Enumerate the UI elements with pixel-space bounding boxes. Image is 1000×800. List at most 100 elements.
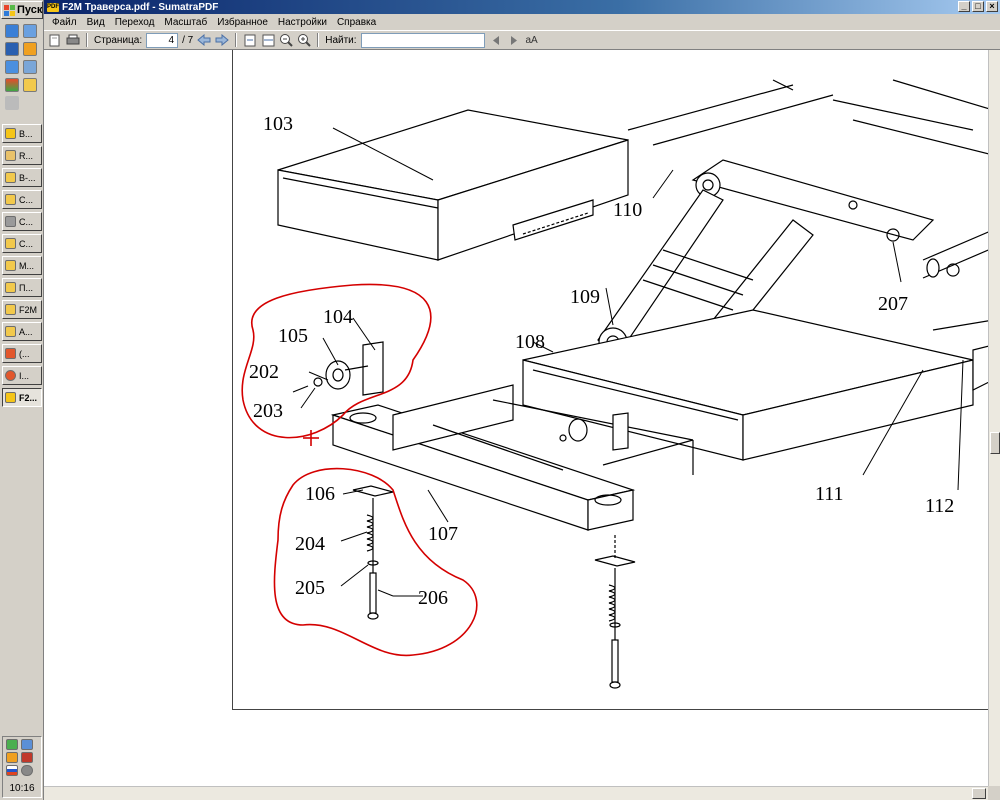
folder-icon [5, 260, 16, 271]
opera-icon [5, 370, 16, 381]
taskbar-button[interactable]: В... [2, 124, 42, 143]
taskbar-button[interactable]: С... [2, 190, 42, 209]
fit-page-icon[interactable] [243, 33, 257, 47]
match-case-button[interactable]: aA [525, 33, 539, 47]
sumatra-pdf-icon: PDF [47, 2, 59, 12]
connection-icon[interactable] [23, 60, 37, 74]
menu-favorites[interactable]: Избранное [212, 17, 273, 28]
folder-icon [5, 172, 16, 183]
opera-icon[interactable] [23, 42, 37, 56]
part-103-box [277, 109, 629, 261]
label-111: 111 [815, 483, 844, 505]
taskbar-button[interactable]: (... [2, 344, 42, 363]
menu-bar: Файл Вид Переход Масштаб Избранное Настр… [44, 14, 1000, 30]
folder-icon [5, 194, 16, 205]
find-next-icon[interactable] [507, 33, 521, 47]
label-112: 112 [925, 495, 954, 517]
tools-icon[interactable] [5, 96, 19, 110]
tray-opera-icon[interactable] [6, 752, 18, 763]
mail-icon [5, 150, 16, 161]
zoom-in-icon[interactable] [297, 33, 311, 47]
horizontal-scroll-thumb[interactable] [972, 788, 986, 799]
system-tray: 10:16 [2, 736, 42, 798]
next-page-icon[interactable] [215, 33, 230, 47]
calendar-icon[interactable] [5, 78, 19, 92]
taskbar-button[interactable]: I... [2, 366, 42, 385]
toolbar-separator [317, 33, 320, 47]
taskbar-button[interactable]: В-... [2, 168, 42, 187]
clock[interactable]: 10:16 [3, 783, 41, 794]
menu-zoom[interactable]: Масштаб [159, 17, 212, 28]
network-icon[interactable] [23, 24, 37, 38]
previous-page-icon[interactable] [197, 33, 211, 47]
taskbar-button[interactable]: R... [2, 146, 42, 165]
folder-icon [5, 326, 16, 337]
drive-icon [5, 216, 16, 227]
close-button[interactable]: × [986, 1, 998, 12]
menu-help[interactable]: Справка [332, 17, 381, 28]
find-input[interactable] [360, 32, 485, 48]
zoom-out-icon[interactable] [279, 33, 293, 47]
tray-language-icon[interactable] [6, 765, 18, 776]
vertical-scroll-thumb[interactable] [990, 432, 1000, 454]
tray-antivirus-icon[interactable] [21, 752, 33, 763]
maximize-button[interactable]: □ [972, 1, 984, 12]
toolbar-separator [86, 33, 88, 47]
tray-network-icon[interactable] [6, 739, 18, 750]
label-202: 202 [249, 361, 279, 383]
label-108: 108 [515, 331, 545, 353]
page-label: Страница: [94, 34, 143, 46]
base-frame [522, 309, 988, 461]
folder-icon [5, 282, 16, 293]
start-button[interactable]: Пуск [1, 1, 43, 19]
label-106: 106 [305, 483, 335, 505]
folder-icon[interactable] [23, 78, 37, 92]
menu-settings[interactable]: Настройки [273, 17, 332, 28]
minimize-button[interactable]: _ [958, 1, 970, 12]
page-total: / 7 [182, 34, 194, 46]
horizontal-scrollbar[interactable] [44, 786, 988, 800]
taskbar-button-sumatra[interactable]: F2... [2, 388, 42, 407]
label-103: 103 [263, 113, 293, 135]
spring-bolt-right [594, 535, 636, 689]
document-view[interactable]: 103 110 109 108 207 104 105 202 203 106 … [44, 50, 988, 786]
print-icon[interactable] [66, 33, 80, 47]
toolbar: Страница: / 7 Найти: aA [44, 30, 1000, 50]
internet-explorer-icon[interactable] [5, 24, 19, 38]
browser-icon[interactable] [5, 42, 19, 56]
app-icon [5, 348, 16, 359]
title-bar[interactable]: PDF F2M Траверса.pdf - SumatraPDF _ □ × [44, 0, 1000, 14]
menu-go[interactable]: Переход [110, 17, 160, 28]
vertical-scrollbar[interactable] [988, 50, 1000, 786]
taskbar-button[interactable]: А... [2, 322, 42, 341]
spring-bolt-left [352, 485, 394, 620]
taskbar-button[interactable]: С... [2, 234, 42, 253]
page-number-input[interactable] [146, 32, 179, 48]
fit-width-icon[interactable] [261, 33, 275, 47]
label-107: 107 [428, 523, 458, 545]
taskbar-button[interactable]: F2M [2, 300, 42, 319]
label-205: 205 [295, 577, 325, 599]
folder-icon [5, 304, 16, 315]
app-window: PDF F2M Траверса.pdf - SumatraPDF _ □ × … [44, 0, 1000, 800]
tray-display-icon[interactable] [21, 739, 33, 750]
taskbar-button[interactable]: П... [2, 278, 42, 297]
windows-logo-icon [4, 4, 15, 16]
computer-icon[interactable] [5, 60, 19, 74]
toolbar-separator [235, 33, 238, 47]
taskbar-button[interactable]: М... [2, 256, 42, 275]
exploded-parts-drawing: 103 110 109 108 207 104 105 202 203 106 … [241, 79, 988, 689]
start-button-label: Пуск [17, 4, 43, 16]
open-file-icon[interactable] [48, 33, 62, 47]
menu-view[interactable]: Вид [82, 17, 110, 28]
find-label: Найти: [325, 34, 357, 46]
window-title: F2M Траверса.pdf - SumatraPDF [62, 1, 219, 13]
sumatra-pdf-icon [5, 392, 16, 403]
menu-file[interactable]: Файл [47, 17, 82, 28]
label-203: 203 [253, 400, 283, 422]
taskbar-button[interactable]: С... [2, 212, 42, 231]
label-207: 207 [878, 293, 908, 315]
find-previous-icon[interactable] [489, 33, 503, 47]
folder-icon [5, 238, 16, 249]
tray-volume-icon[interactable] [21, 765, 33, 776]
